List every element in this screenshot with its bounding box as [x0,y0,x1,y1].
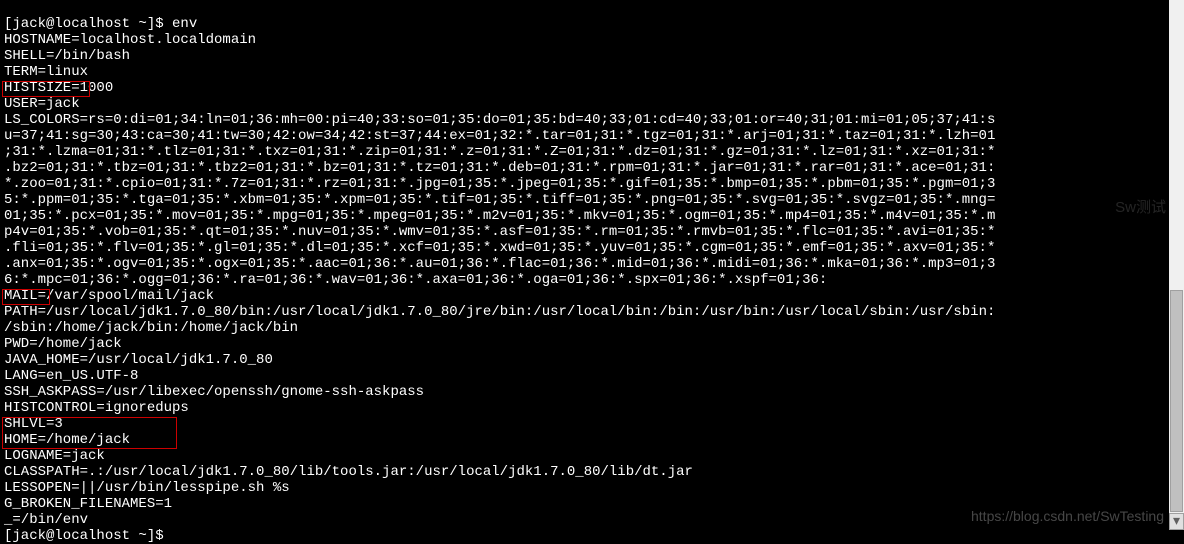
env-lang: LANG=en_US.UTF-8 [4,368,138,384]
shell-prompt[interactable]: [jack@localhost ~]$ [4,528,172,544]
env-lscolors-9: .fli=01;35:*.flv=01;35:*.gl=01;35:*.dl=0… [4,240,995,256]
shell-prompt: [jack@localhost ~]$ [4,16,172,32]
env-lscolors-6: 5:*.ppm=01;35:*.tga=01;35:*.xbm=01;35:*.… [4,192,995,208]
scrollbar-thumb[interactable] [1170,290,1183,512]
env-underscore: _=/bin/env [4,512,88,528]
scrollbar-vertical[interactable]: ▾ [1169,0,1184,530]
env-path-val-1: /usr/local/jdk1.7.0_80/bin:/usr/local/jd… [46,304,995,320]
env-term: TERM=linux [4,64,88,80]
highlight-path [2,289,50,305]
env-lscolors-4: .bz2=01;31:*.tbz=01;31:*.tbz2=01;31:*.bz… [4,160,995,176]
env-shell: SHELL=/bin/bash [4,48,130,64]
env-path-val-2: /sbin:/home/jack/bin:/home/jack/bin [4,320,298,336]
env-lscolors-11: 6:*.mpc=01;36:*.ogg=01;36:*.ra=01;36:*.w… [4,272,827,288]
highlight-user [2,81,90,97]
env-lscolors-5: *.zoo=01;31:*.cpio=01;31:*.7z=01;31:*.rz… [4,176,995,192]
env-classpath: CLASSPATH=.:/usr/local/jdk1.7.0_80/lib/t… [4,464,693,480]
watermark-url: https://blog.csdn.net/SwTesting [971,508,1164,524]
highlight-home-logname [2,417,177,449]
env-lscolors-2: u=37;41:sg=30;43:ca=30;41:tw=30;42:ow=34… [4,128,995,144]
env-lscolors-10: .anx=01;35:*.ogv=01;35:*.ogx=01;35:*.aac… [4,256,995,272]
env-logname: LOGNAME=jack [4,448,105,464]
env-lscolors-3: ;31:*.lzma=01;31:*.tlz=01;31:*.txz=01;31… [4,144,995,160]
watermark-cn: Sw测试 [1115,200,1166,216]
env-lscolors-8: p4v=01;35:*.vob=01;35:*.qt=01;35:*.nuv=0… [4,224,995,240]
env-histcontrol: HISTCONTROL=ignoredups [4,400,189,416]
terminal-output: [jack@localhost ~]$ env HOSTNAME=localho… [4,0,1168,544]
env-gbroken: G_BROKEN_FILENAMES=1 [4,496,172,512]
scrollbar-arrow-down-icon[interactable]: ▾ [1169,513,1184,530]
env-lscolors-1: LS_COLORS=rs=0:di=01;34:ln=01;36:mh=00:p… [4,112,995,128]
env-pwd: PWD=/home/jack [4,336,122,352]
env-javahome: JAVA_HOME=/usr/local/jdk1.7.0_80 [4,352,273,368]
env-hostname: HOSTNAME=localhost.localdomain [4,32,256,48]
env-lscolors-7: 01;35:*.pcx=01;35:*.mov=01;35:*.mpg=01;3… [4,208,995,224]
env-user: USER=jack [4,96,80,112]
env-path-key: PATH= [4,304,46,320]
env-lessopen: LESSOPEN=||/usr/bin/lesspipe.sh %s [4,480,290,496]
env-sshaskpass: SSH_ASKPASS=/usr/libexec/openssh/gnome-s… [4,384,424,400]
command: env [172,16,197,32]
